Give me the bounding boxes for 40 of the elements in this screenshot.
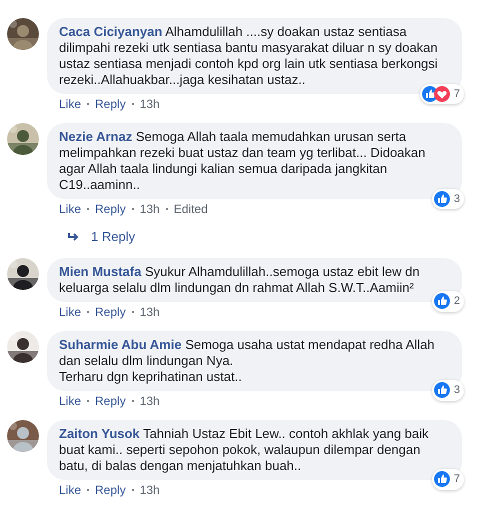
like-link[interactable]: Like xyxy=(59,304,82,320)
reaction-count: 3 xyxy=(454,192,460,206)
comment-text: Nezie Arnaz Semoga Allah taala memudahkan urusan serta melimpahkan rezeki buat ustaz dan team yg terlibat... Didoakan agar Allah taala lindungi kalian semua daripada jangkitan C19..aaminn.. xyxy=(59,129,426,192)
author-link[interactable]: Caca Ciciyanyan xyxy=(59,24,162,39)
thumbs-up-icon xyxy=(434,293,450,310)
reaction-count: 3 xyxy=(454,383,460,398)
thumbs-up-icon xyxy=(434,471,450,488)
view-replies-link[interactable]: 1 Reply xyxy=(7,227,491,246)
reply-link[interactable]: Reply xyxy=(95,96,126,112)
thumbs-up-icon xyxy=(434,382,450,398)
reaction-count: 2 xyxy=(454,294,460,309)
reply-arrow-icon xyxy=(67,232,79,242)
reply-link[interactable]: Reply xyxy=(95,201,126,217)
like-link[interactable]: Like xyxy=(59,96,82,112)
comment-text: Mien Mustafa Syukur Alhamdulillah..semoga ustaz ebit lew dn keluarga selalu dlm lindungan dn rahmat Allah S.W.T..Aamiin² xyxy=(59,264,420,294)
reaction-pill[interactable]: 7 xyxy=(432,469,464,490)
thumbs-up-icon xyxy=(434,190,450,207)
author-link[interactable]: Nezie Arnaz xyxy=(59,129,132,144)
timestamp: 13h xyxy=(140,482,160,498)
like-link[interactable]: Like xyxy=(59,201,82,217)
timestamp: 13h xyxy=(140,304,160,320)
edited-label: Edited xyxy=(174,201,208,217)
comment-text: Zaiton Yusok Tahniah Ustaz Ebit Lew.. contoh akhlak yang baik buat kami.. seperti sepohon pokok, walaupun dilempar dengan batu, di balas dengan menjatuhkan buah.. xyxy=(59,426,429,472)
reaction-pill[interactable]: 7 xyxy=(420,84,464,104)
like-link[interactable]: Like xyxy=(59,392,82,408)
reply-link[interactable]: Reply xyxy=(95,392,126,408)
reaction-pill[interactable]: 3 xyxy=(432,188,464,209)
timestamp: 13h xyxy=(140,96,160,112)
reply-link[interactable]: Reply xyxy=(95,304,126,320)
author-link[interactable]: Mien Mustafa xyxy=(59,264,142,278)
reaction-pill[interactable]: 3 xyxy=(432,380,464,400)
reaction-pill[interactable]: 2 xyxy=(432,291,464,312)
author-link[interactable]: Zaiton Yusok xyxy=(59,426,140,440)
timestamp: 13h xyxy=(140,392,160,408)
like-link[interactable]: Like xyxy=(59,482,82,498)
reaction-count: 7 xyxy=(454,86,460,102)
timestamp: 13h xyxy=(140,201,160,217)
reply-link[interactable]: Reply xyxy=(95,482,126,498)
reaction-count: 7 xyxy=(454,472,460,487)
author-link[interactable]: Suharmie Abu Amie xyxy=(59,336,182,352)
